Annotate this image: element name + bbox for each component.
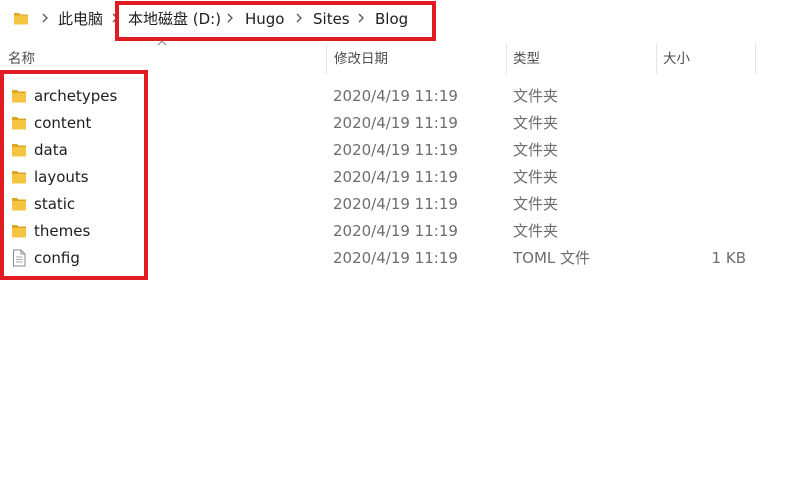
list-item[interactable]: config 2020/4/19 11:19 TOML 文件 1 KB xyxy=(0,245,812,272)
column-date[interactable]: 修改日期 xyxy=(334,42,388,76)
folder-icon xyxy=(12,225,26,238)
file-type: 文件夹 xyxy=(513,87,559,105)
file-name: content xyxy=(34,114,92,132)
file-name: archetypes xyxy=(34,87,118,105)
breadcrumb-hugo[interactable]: Hugo xyxy=(245,9,285,29)
column-divider[interactable] xyxy=(506,44,507,74)
column-size[interactable]: 大小 xyxy=(663,42,690,76)
sort-ascending-icon xyxy=(157,40,167,46)
breadcrumb-local-disk[interactable]: 本地磁盘 (D:) xyxy=(128,9,221,29)
file-type: 文件夹 xyxy=(513,114,559,132)
folder-icon xyxy=(12,90,26,103)
file-date: 2020/4/19 11:19 xyxy=(333,249,458,267)
chevron-right-icon[interactable] xyxy=(356,11,366,25)
address-bar[interactable]: 此电脑 本地磁盘 (D:) Hugo Sites Blog xyxy=(0,0,812,38)
file-date: 2020/4/19 11:19 xyxy=(333,87,458,105)
file-date: 2020/4/19 11:19 xyxy=(333,168,458,186)
file-size xyxy=(655,137,746,164)
file-size xyxy=(655,218,746,245)
column-type[interactable]: 类型 xyxy=(513,42,540,76)
file-name: config xyxy=(34,249,80,267)
file-size xyxy=(655,164,746,191)
breadcrumb-sites[interactable]: Sites xyxy=(313,9,350,29)
file-date: 2020/4/19 11:19 xyxy=(333,195,458,213)
chevron-right-icon[interactable] xyxy=(225,11,235,25)
chevron-right-icon[interactable] xyxy=(40,11,50,25)
list-item[interactable]: static 2020/4/19 11:19 文件夹 xyxy=(0,191,812,218)
file-date: 2020/4/19 11:19 xyxy=(333,114,458,132)
file-name: data xyxy=(34,141,68,159)
folder-icon xyxy=(12,171,26,184)
file-size: 1 KB xyxy=(711,249,746,267)
file-size xyxy=(655,110,746,137)
column-header: 名称 修改日期 类型 大小 xyxy=(0,40,812,76)
file-type: 文件夹 xyxy=(513,141,559,159)
folder-icon xyxy=(12,198,26,211)
folder-icon xyxy=(12,117,26,130)
list-item[interactable]: archetypes 2020/4/19 11:19 文件夹 xyxy=(0,83,812,110)
file-date: 2020/4/19 11:19 xyxy=(333,222,458,240)
file-date: 2020/4/19 11:19 xyxy=(333,141,458,159)
column-name[interactable]: 名称 xyxy=(8,42,35,76)
column-divider[interactable] xyxy=(656,44,657,74)
folder-icon xyxy=(14,13,28,25)
chevron-right-icon[interactable] xyxy=(110,11,120,25)
chevron-right-icon[interactable] xyxy=(294,11,304,25)
list-item[interactable]: themes 2020/4/19 11:19 文件夹 xyxy=(0,218,812,245)
breadcrumb-blog[interactable]: Blog xyxy=(375,9,408,29)
folder-icon xyxy=(12,144,26,157)
column-divider[interactable] xyxy=(326,44,327,74)
list-item[interactable]: data 2020/4/19 11:19 文件夹 xyxy=(0,137,812,164)
file-name: layouts xyxy=(34,168,89,186)
file-name: themes xyxy=(34,222,91,240)
file-type: TOML 文件 xyxy=(513,249,591,267)
file-type: 文件夹 xyxy=(513,222,559,240)
file-size xyxy=(655,191,746,218)
file-type: 文件夹 xyxy=(513,195,559,213)
file-name: static xyxy=(34,195,76,213)
file-type: 文件夹 xyxy=(513,168,559,186)
list-item[interactable]: layouts 2020/4/19 11:19 文件夹 xyxy=(0,164,812,191)
file-icon xyxy=(13,249,26,267)
list-item[interactable]: content 2020/4/19 11:19 文件夹 xyxy=(0,110,812,137)
breadcrumb-this-pc[interactable]: 此电脑 xyxy=(58,9,103,29)
file-size xyxy=(655,83,746,110)
column-divider[interactable] xyxy=(755,44,756,74)
